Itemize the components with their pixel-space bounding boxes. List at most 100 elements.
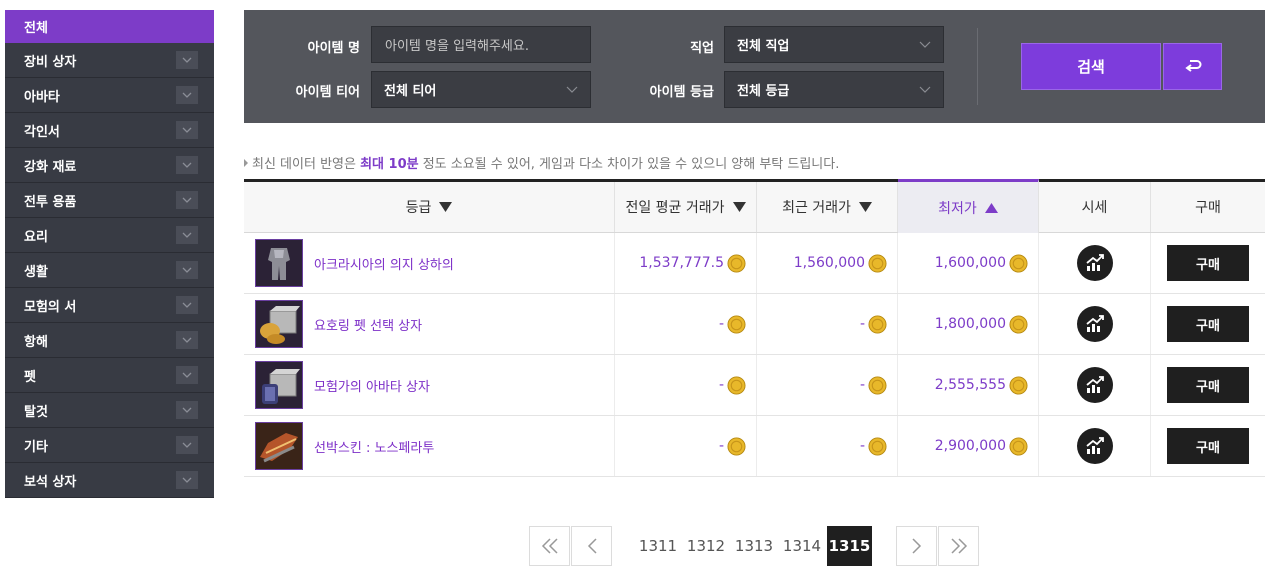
price-value: - (718, 377, 724, 393)
header-avg-price[interactable]: 전일 평균 거래가 (615, 182, 757, 232)
reset-button[interactable] (1163, 43, 1222, 90)
item-name[interactable]: 아크라시아의 의지 상하의 (314, 254, 454, 273)
next-page-button[interactable] (896, 526, 937, 566)
sidebar-item-label: 생활 (24, 264, 48, 280)
reset-icon (1184, 59, 1201, 72)
sidebar-item-avatar[interactable]: 아바타 (5, 78, 214, 113)
avatar-box-icon (255, 361, 303, 409)
chevron-right-icon (911, 538, 921, 554)
lowest-price-cell: 1,600,000 (898, 233, 1039, 293)
header-lowest-price[interactable]: 최저가 (898, 179, 1039, 233)
header-label: 최근 거래가 (782, 200, 851, 216)
sidebar-item-etc[interactable]: 기타 (5, 428, 214, 463)
sidebar-item-label: 아바타 (24, 89, 60, 105)
price-value: - (859, 377, 865, 393)
buy-cell: 구매 (1151, 416, 1265, 476)
chevron-down-icon[interactable] (176, 261, 198, 279)
buy-button[interactable]: 구매 (1167, 428, 1249, 464)
buy-button[interactable]: 구매 (1167, 245, 1249, 281)
header-label: 최저가 (938, 200, 977, 217)
sidebar-item-battle-item[interactable]: 전투 용품 (5, 183, 214, 218)
sidebar-item-upgrade-material[interactable]: 강화 재료 (5, 148, 214, 183)
item-cell: 요호링 펫 선택 상자 (244, 294, 615, 354)
sidebar-item-mount[interactable]: 탈것 (5, 393, 214, 428)
chevron-down-icon[interactable] (176, 401, 198, 419)
avg-price-cell: - (615, 294, 757, 354)
price-value: 2,555,555 (934, 377, 1006, 393)
header-recent-price[interactable]: 최근 거래가 (757, 182, 898, 232)
chevron-down-icon[interactable] (176, 436, 198, 454)
header-grade[interactable]: 등급 (244, 182, 615, 232)
lowest-price-cell: 2,555,555 (898, 355, 1039, 415)
buy-cell: 구매 (1151, 233, 1265, 293)
chevron-down-icon[interactable] (176, 121, 198, 139)
price-value: 1,800,000 (934, 316, 1006, 332)
recent-price-cell: - (757, 355, 898, 415)
sidebar-item-adventure-book[interactable]: 모험의 서 (5, 288, 214, 323)
class-select[interactable]: 전체 직업 (724, 26, 944, 63)
price-chart-button[interactable] (1076, 306, 1113, 342)
chevron-down-icon[interactable] (176, 471, 198, 489)
page-1312[interactable]: 1312 (683, 526, 729, 566)
sidebar-item-cooking[interactable]: 요리 (5, 218, 214, 253)
chevron-down-icon[interactable] (176, 191, 198, 209)
buy-button[interactable]: 구매 (1167, 367, 1249, 403)
category-sidebar: 전체 장비 상자 아바타 각인서 강화 재료 전투 용품 요리 생활 모험의 서… (5, 10, 214, 498)
page-1311[interactable]: 1311 (635, 526, 681, 566)
sort-down-icon (732, 202, 746, 212)
table-row: 요호링 펫 선택 상자 - - 1,800,000 구매 (244, 294, 1265, 355)
trend-chart-icon (1085, 254, 1104, 271)
chevron-down-icon[interactable] (176, 86, 198, 104)
sidebar-item-pet[interactable]: 펫 (5, 358, 214, 393)
chevron-down-icon[interactable] (176, 156, 198, 174)
sidebar-item-all[interactable]: 전체 (5, 10, 214, 43)
item-name[interactable]: 선박스킨 : 노스페라투 (314, 437, 434, 456)
chevron-down-icon[interactable] (176, 226, 198, 244)
item-cell: 모험가의 아바타 상자 (244, 355, 615, 415)
header-label: 전일 평균 거래가 (625, 200, 725, 216)
gold-coin-icon (727, 436, 746, 456)
search-panel: 아이템 명 아이템 명을 입력해주세요. 아이템 티어 전체 티어 직업 전체 … (244, 10, 1265, 123)
header-label: 등급 (405, 200, 432, 216)
sidebar-item-gem-box[interactable]: 보석 상자 (5, 463, 214, 498)
recent-price-cell: 1,560,000 (757, 233, 898, 293)
gold-coin-icon (727, 375, 746, 395)
item-tier-select[interactable]: 전체 티어 (371, 71, 591, 108)
chevron-down-icon[interactable] (176, 51, 198, 69)
page-1313[interactable]: 1313 (731, 526, 777, 566)
price-chart-button[interactable] (1076, 245, 1113, 281)
item-name[interactable]: 요호링 펫 선택 상자 (314, 315, 422, 334)
page-1315-current[interactable]: 1315 (827, 526, 872, 566)
last-page-button[interactable] (938, 526, 979, 566)
chevron-down-icon[interactable] (176, 366, 198, 384)
price-value: - (718, 316, 724, 332)
sidebar-item-sailing[interactable]: 항해 (5, 323, 214, 358)
gold-coin-icon (868, 436, 887, 456)
gold-coin-icon (868, 375, 887, 395)
item-name-input[interactable]: 아이템 명을 입력해주세요. (371, 26, 591, 63)
notice-text: 최신 데이터 반영은 최대 10분 정도 소요될 수 있어, 게임과 다소 차이… (244, 153, 839, 172)
price-chart-button[interactable] (1076, 367, 1113, 403)
page-1314[interactable]: 1314 (779, 526, 825, 566)
item-name[interactable]: 모험가의 아바타 상자 (314, 376, 430, 395)
prev-page-button[interactable] (571, 526, 612, 566)
chart-cell (1039, 355, 1151, 415)
chevron-down-icon[interactable] (176, 296, 198, 314)
gold-coin-icon (727, 314, 746, 334)
sidebar-item-label: 전투 용품 (24, 194, 77, 210)
price-chart-button[interactable] (1076, 428, 1113, 464)
sort-down-icon (439, 202, 453, 212)
first-page-button[interactable] (529, 526, 570, 566)
gold-coin-icon (1009, 375, 1028, 395)
search-button[interactable]: 검색 (1021, 43, 1161, 90)
sidebar-item-life[interactable]: 생활 (5, 253, 214, 288)
sidebar-item-engraving[interactable]: 각인서 (5, 113, 214, 148)
avg-price-cell: - (615, 416, 757, 476)
sidebar-item-equipment-box[interactable]: 장비 상자 (5, 43, 214, 78)
chevron-down-icon[interactable] (176, 331, 198, 349)
divider (977, 28, 978, 105)
item-grade-select[interactable]: 전체 등급 (724, 71, 944, 108)
gold-coin-icon (1009, 436, 1028, 456)
chevron-down-icon (919, 86, 931, 93)
buy-button[interactable]: 구매 (1167, 306, 1249, 342)
